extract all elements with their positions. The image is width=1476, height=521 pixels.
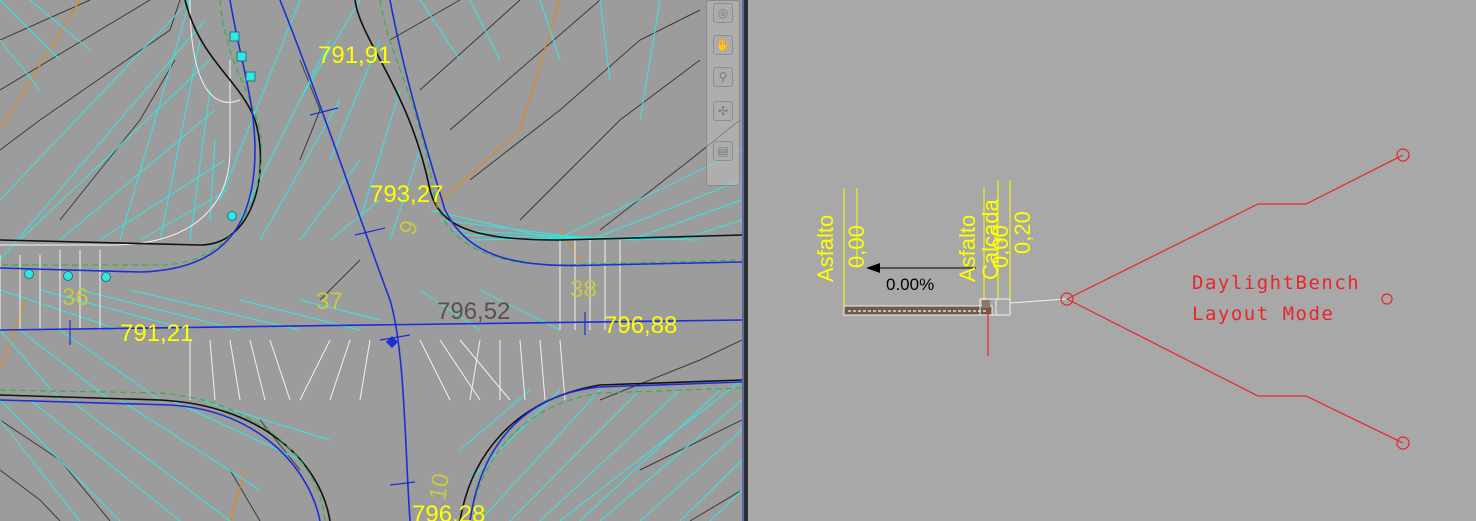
sidewalk-shape <box>979 298 1067 316</box>
elevation-label: 796,88 <box>604 312 678 339</box>
plan-view-viewport[interactable]: 791,91 793,27 796,52 796,88 791,21 796,2… <box>0 0 742 521</box>
pan-icon[interactable]: ✋ <box>713 35 733 55</box>
zoom-icon[interactable]: ⚲ <box>713 67 733 87</box>
elevation-label: 791,91 <box>318 42 392 69</box>
station-label: 38 <box>570 276 597 303</box>
station-label: 37 <box>316 288 343 315</box>
navigation-bar[interactable]: ◎ ✋ ⚲ ✣ ▤ <box>706 0 740 186</box>
section-preview-viewport[interactable]: Asfalto 0,00 Asfalto Calçada 0,00 0,20 0… <box>748 0 1476 521</box>
layout-mode-label: Layout Mode <box>1192 303 1335 325</box>
elevation-label: 796,52 <box>437 298 511 325</box>
elevation-label: 791,21 <box>120 320 194 347</box>
orbit-icon[interactable]: ✣ <box>713 101 733 121</box>
curb-lines <box>0 0 621 401</box>
steering-wheel-icon[interactable]: ◎ <box>713 3 733 23</box>
road-edges <box>0 0 742 521</box>
offset-lines <box>0 0 742 521</box>
plan-drawing[interactable] <box>0 0 742 521</box>
alignment-lines <box>0 0 742 521</box>
left-lane-label: Asfalto <box>813 214 838 282</box>
slope-label: 0.00% <box>886 275 935 294</box>
mid-lane-value: 0,00 <box>988 225 1013 268</box>
surface-triangulation <box>0 0 742 521</box>
left-lane-value: 0,00 <box>844 225 869 268</box>
showmotion-icon[interactable]: ▤ <box>713 141 733 161</box>
mid-lane-label: Asfalto <box>955 214 980 282</box>
contour-lines <box>0 0 742 521</box>
elevation-label: 793,27 <box>370 181 444 208</box>
station-label: 10 <box>424 471 456 503</box>
curb-fill <box>982 300 990 308</box>
elevation-label: 796,28 <box>412 501 486 521</box>
sidewalk-value: 0,20 <box>1010 211 1035 254</box>
station-label: 36 <box>62 284 89 311</box>
subassembly-name: DaylightBench <box>1192 272 1361 294</box>
